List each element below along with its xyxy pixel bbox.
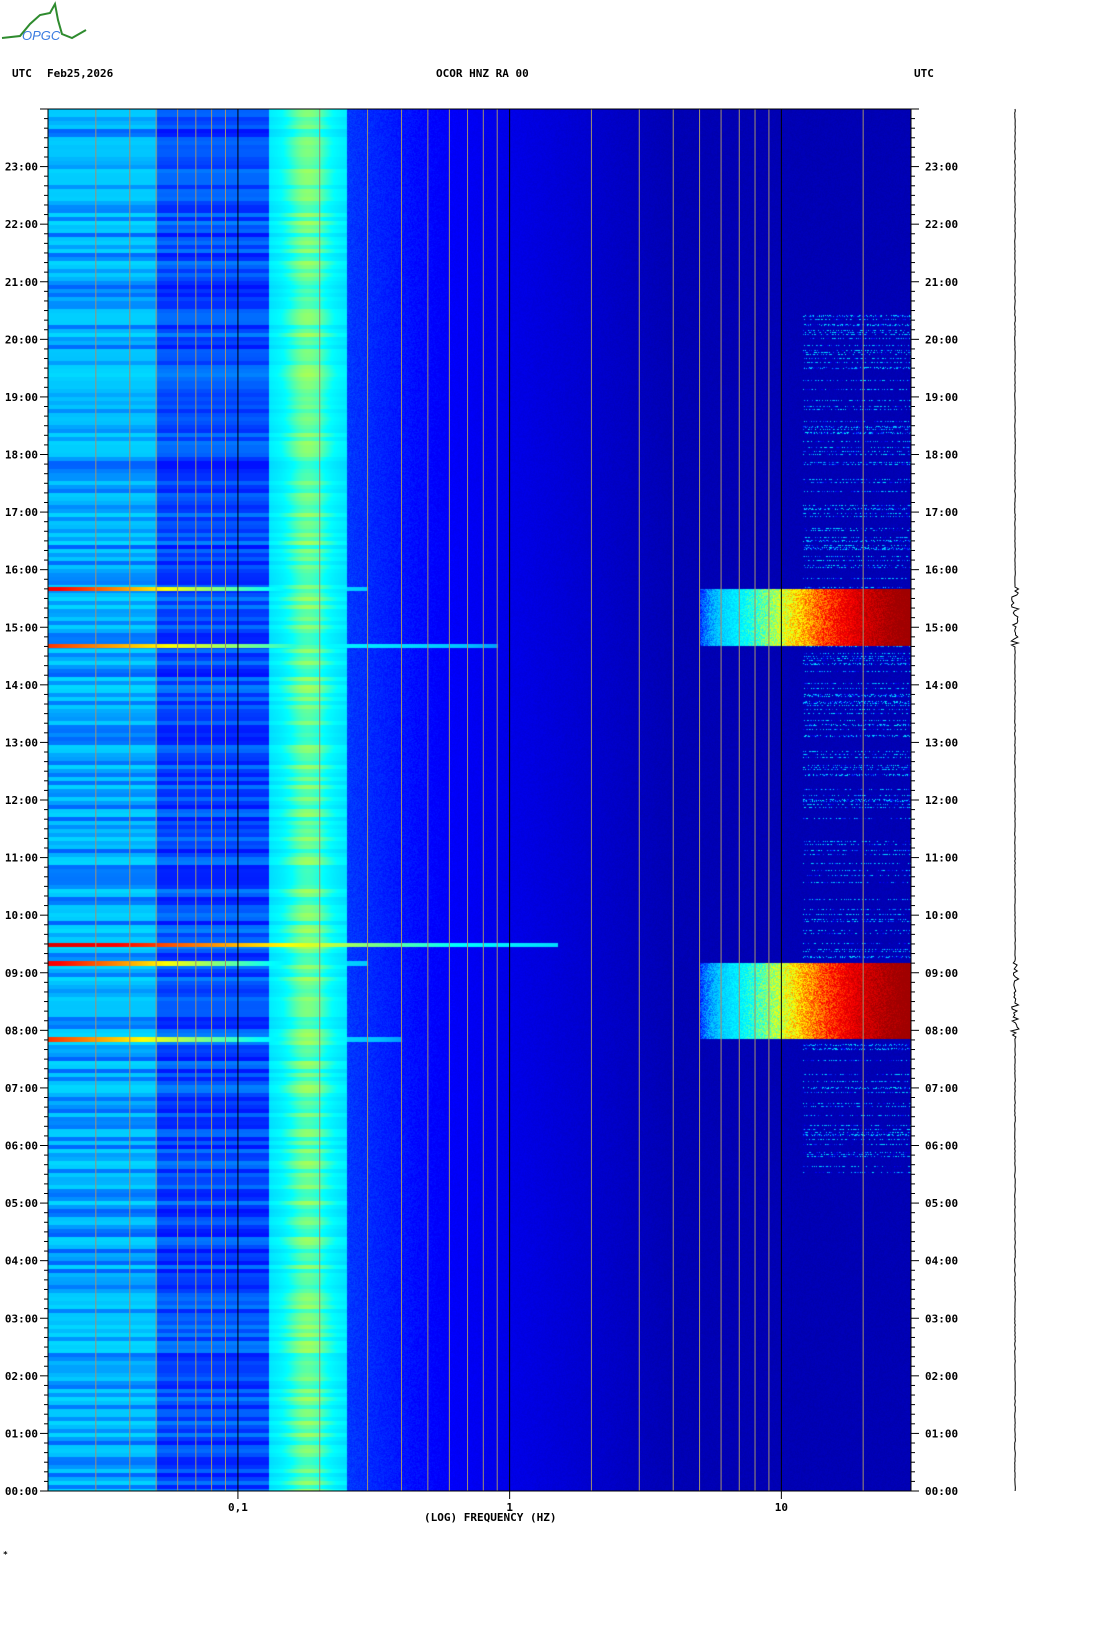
y-tick-label-left: 08:00	[5, 1024, 38, 1037]
x-tick-label: 0,1	[228, 1501, 248, 1514]
y-tick-label-left: 15:00	[5, 621, 38, 634]
y-tick-label-right: 03:00	[925, 1312, 958, 1325]
y-tick-label-right: 21:00	[925, 276, 958, 289]
y-tick-label-right: 23:00	[925, 161, 958, 174]
y-tick-label-left: 00:00	[5, 1485, 38, 1498]
spectrogram-page: OPGC UTC Feb25,2026 OCOR HNZ RA 00 UTC 0…	[0, 0, 1102, 1634]
y-tick-label-left: 03:00	[5, 1312, 38, 1325]
footer-mark: *	[3, 1550, 8, 1559]
y-tick-label-left: 22:00	[5, 218, 38, 231]
y-tick-label-left: 23:00	[5, 161, 38, 174]
y-tick-label-right: 18:00	[925, 449, 958, 462]
y-tick-label-left: 14:00	[5, 679, 38, 692]
chart-axes: 00:00 00:00 01:00 01:00 02:00 02:00 03:00 03:00…	[5, 108, 1020, 1514]
y-tick-label-right: 17:00	[925, 506, 958, 519]
y-tick-label-right: 19:00	[925, 391, 958, 404]
y-tick-label-right: 11:00	[925, 852, 958, 865]
y-tick-label-left: 06:00	[5, 1140, 38, 1153]
y-tick-label-left: 16:00	[5, 564, 38, 577]
y-tick-label-right: 07:00	[925, 1082, 958, 1095]
y-tick-label-right: 12:00	[925, 794, 958, 807]
y-tick-label-right: 04:00	[925, 1255, 958, 1268]
y-tick-label-left: 10:00	[5, 909, 38, 922]
y-tick-label-left: 09:00	[5, 967, 38, 980]
y-tick-label-right: 09:00	[925, 967, 958, 980]
y-tick-label-right: 22:00	[925, 218, 958, 231]
y-tick-label-right: 06:00	[925, 1140, 958, 1153]
y-tick-label-left: 02:00	[5, 1370, 38, 1383]
y-tick-label-right: 00:00	[925, 1485, 958, 1498]
y-tick-label-left: 17:00	[5, 506, 38, 519]
y-tick-label-left: 12:00	[5, 794, 38, 807]
y-tick-label-left: 05:00	[5, 1197, 38, 1210]
y-tick-label-left: 07:00	[5, 1082, 38, 1095]
y-tick-label-right: 15:00	[925, 621, 958, 634]
y-tick-label-right: 08:00	[925, 1024, 958, 1037]
y-tick-label-left: 11:00	[5, 852, 38, 865]
y-tick-label-left: 13:00	[5, 736, 38, 749]
y-tick-label-left: 04:00	[5, 1255, 38, 1268]
y-tick-label-right: 05:00	[925, 1197, 958, 1210]
y-tick-label-right: 02:00	[925, 1370, 958, 1383]
y-tick-label-right: 20:00	[925, 333, 958, 346]
x-tick-label: 10	[775, 1501, 788, 1514]
y-tick-label-left: 18:00	[5, 449, 38, 462]
y-tick-label-right: 10:00	[925, 909, 958, 922]
y-tick-label-left: 19:00	[5, 391, 38, 404]
y-tick-label-left: 20:00	[5, 333, 38, 346]
y-tick-label-right: 13:00	[925, 736, 958, 749]
y-tick-label-left: 21:00	[5, 276, 38, 289]
y-tick-label-right: 16:00	[925, 564, 958, 577]
seismogram-trace	[1009, 108, 1020, 1492]
y-tick-label-right: 01:00	[925, 1427, 958, 1440]
y-tick-label-right: 14:00	[925, 679, 958, 692]
x-axis-label: (LOG) FREQUENCY (HZ)	[424, 1511, 557, 1524]
y-tick-label-left: 01:00	[5, 1427, 38, 1440]
